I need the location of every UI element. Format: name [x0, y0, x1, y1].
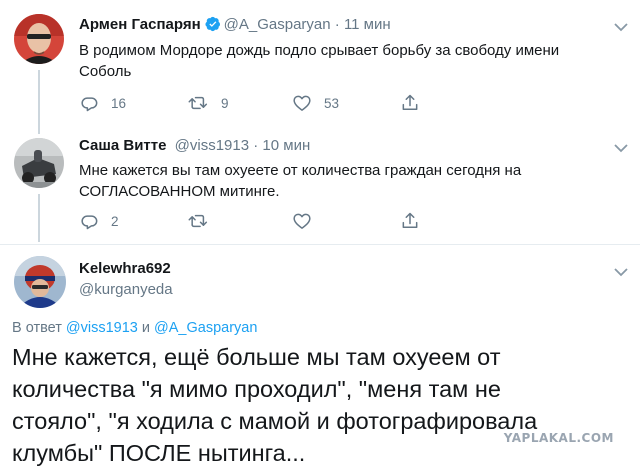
chevron-down-icon[interactable]: [614, 22, 628, 32]
timestamp[interactable]: 10 мин: [262, 137, 310, 154]
tweet-divider: [0, 244, 640, 245]
share-icon: [402, 212, 418, 228]
verified-badge-icon: [205, 16, 220, 32]
tweet-actions: 2: [79, 211, 439, 233]
reply-icon: [81, 97, 98, 112]
thread-connector-line: [38, 194, 40, 242]
author-name[interactable]: Kelewhra692: [79, 260, 171, 277]
tweet-header: Армен Гаспарян @A_Gasparyan · 11 мин: [79, 15, 391, 35]
author-handle[interactable]: @kurganyeda: [79, 280, 173, 300]
chevron-down-icon[interactable]: [614, 267, 628, 277]
retweet-icon: [188, 214, 208, 228]
avatar[interactable]: [14, 138, 64, 188]
mention-link[interactable]: @viss1913: [66, 320, 138, 336]
timestamp[interactable]: 11 мин: [344, 16, 391, 33]
retweet-icon: [188, 96, 208, 110]
tweet[interactable]: Армен Гаспарян @A_Gasparyan · 11 мин В ро…: [0, 0, 640, 134]
retweet-button[interactable]: 9: [187, 93, 229, 113]
retweet-count: 9: [221, 95, 229, 111]
heart-icon: [293, 95, 311, 111]
author-handle[interactable]: @viss1913: [175, 137, 249, 154]
separator-dot: ·: [253, 137, 259, 154]
like-button[interactable]: [292, 211, 312, 231]
tweet-header: Саша Витте @viss1913 · 10 мин: [79, 136, 310, 156]
author-name[interactable]: Саша Витте: [79, 137, 166, 154]
chevron-down-icon[interactable]: [614, 143, 628, 153]
like-button[interactable]: 53: [292, 93, 339, 113]
author-handle[interactable]: @A_Gasparyan: [224, 16, 331, 33]
avatar[interactable]: [14, 256, 66, 308]
tweet-text: Мне кажется вы там охуеете от количества…: [79, 162, 522, 200]
tweet-header: Kelewhra692: [79, 259, 171, 279]
share-icon: [402, 94, 418, 110]
avatar[interactable]: [14, 14, 64, 64]
heart-icon: [293, 213, 311, 229]
reply-context: В ответ @viss1913 и @A_Gasparyan: [12, 320, 257, 336]
reply-button[interactable]: 16: [79, 93, 126, 113]
reply-button[interactable]: 2: [79, 211, 119, 231]
mention-link[interactable]: @A_Gasparyan: [154, 320, 257, 336]
share-button[interactable]: [400, 211, 420, 231]
main-tweet-text: Мне кажется, ещё больше мы там охуеем от…: [12, 344, 538, 466]
watermark: YAPLAKAL.COM: [503, 431, 614, 445]
author-name[interactable]: Армен Гаспарян: [79, 16, 201, 33]
tweet-text: В родимом Мордоре дождь подло срывает бо…: [79, 42, 560, 80]
reply-conjunction: и: [141, 320, 150, 336]
reply-prefix: В ответ: [12, 320, 62, 336]
share-button[interactable]: [400, 93, 420, 113]
reply-count: 2: [111, 213, 119, 229]
reply-icon: [81, 215, 98, 230]
separator-dot: ·: [334, 16, 340, 33]
retweet-button[interactable]: [187, 211, 209, 231]
tweet-actions: 16 9 53: [79, 93, 439, 115]
like-count: 53: [324, 95, 340, 111]
reply-count: 16: [111, 95, 127, 111]
